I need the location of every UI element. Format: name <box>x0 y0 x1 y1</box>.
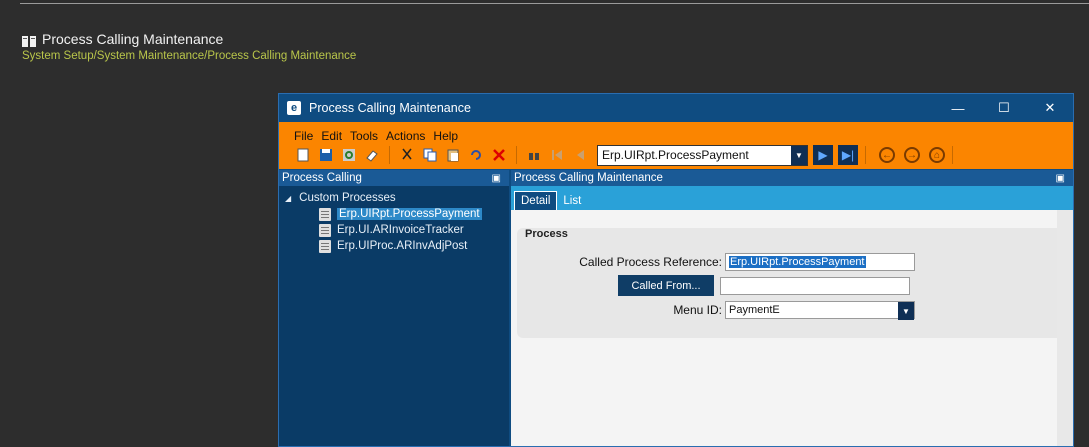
page-title: Process Calling Maintenance <box>42 31 224 47</box>
tree-root-label: Custom Processes <box>299 192 396 204</box>
maximize-button[interactable]: ☐ <box>981 94 1027 122</box>
expand-triangle-icon[interactable]: ◢ <box>285 194 291 203</box>
menu-id-value: PaymentE <box>729 304 780 316</box>
menu-help[interactable]: Help <box>433 129 458 143</box>
tree-pane-title: Process Calling <box>282 172 362 184</box>
called-from-field[interactable] <box>720 276 910 295</box>
window-title: Process Calling Maintenance <box>309 101 471 115</box>
toolbar-separator <box>389 146 390 164</box>
book-icon <box>22 34 36 47</box>
tree-item[interactable]: Erp.UIRpt.ProcessPayment <box>279 206 509 222</box>
top-divider <box>20 3 1089 4</box>
detail-pane-header: Process Calling Maintenance ▣ <box>511 170 1073 186</box>
called-from-row: Called From... <box>618 275 910 296</box>
tree-pane: Process Calling ▣ ◢ Custom Processes Erp… <box>279 170 509 446</box>
window-titlebar[interactable]: e Process Calling Maintenance — ☐ ✕ <box>279 94 1073 122</box>
search-icon[interactable] <box>524 145 544 165</box>
menu-edit[interactable]: Edit <box>321 129 342 143</box>
next-record-icon[interactable]: ▶ <box>813 145 833 165</box>
tree-item-label: Erp.UIRpt.ProcessPayment <box>337 208 482 220</box>
new-icon[interactable] <box>293 145 313 165</box>
first-record-icon[interactable] <box>547 145 567 165</box>
menu-id-dropdown[interactable]: PaymentE ▼ <box>725 301 915 320</box>
chevron-down-icon[interactable]: ▼ <box>898 302 914 320</box>
record-selector[interactable]: Erp.UIRpt.ProcessPayment ▼ <box>597 144 808 166</box>
pin-icon[interactable]: ▣ <box>492 173 501 184</box>
called-from-button[interactable]: Called From... <box>618 275 714 296</box>
tree-root[interactable]: ◢ Custom Processes <box>279 190 509 206</box>
menu-tools[interactable]: Tools <box>350 129 378 143</box>
process-group: Process Called Process Reference: Erp.UI… <box>517 228 1065 338</box>
detail-pane-title: Process Calling Maintenance <box>514 172 663 184</box>
vertical-scrollbar[interactable] <box>1057 210 1073 446</box>
toolbar: Erp.UIRpt.ProcessPayment ▼ ▶ ▶| ← → ⌂ <box>279 143 1073 167</box>
window-controls: — ☐ ✕ <box>935 94 1073 122</box>
process-tree: ◢ Custom Processes Erp.UIRpt.ProcessPaym… <box>279 186 509 254</box>
tree-item-label: Erp.UIProc.ARInvAdjPost <box>337 240 468 252</box>
detail-pane: Process Calling Maintenance ▣ Detail Lis… <box>511 170 1073 446</box>
pin-icon[interactable]: ▣ <box>1056 173 1065 184</box>
menu-id-row: Menu ID: PaymentE ▼ <box>517 301 915 320</box>
called-ref-field[interactable]: Erp.UIRpt.ProcessPayment <box>725 253 915 271</box>
menu-id-label: Menu ID: <box>673 303 722 317</box>
menu-bar: File Edit Tools Actions Help <box>279 122 1073 143</box>
tab-detail[interactable]: Detail <box>514 191 558 210</box>
menu-toolbar-area: File Edit Tools Actions Help Erp.UIRpt.P… <box>279 122 1073 169</box>
toolbar-separator <box>516 146 517 164</box>
menu-actions[interactable]: Actions <box>386 129 425 143</box>
paste-icon[interactable] <box>443 145 463 165</box>
tree-pane-header: Process Calling ▣ <box>279 170 509 186</box>
tree-item[interactable]: Erp.UI.ARInvoiceTracker <box>279 222 509 238</box>
page-title-row: Process Calling Maintenance <box>22 31 356 47</box>
refresh-icon[interactable] <box>339 145 359 165</box>
document-icon <box>319 239 331 253</box>
eraser-icon[interactable] <box>362 145 382 165</box>
tree-item[interactable]: Erp.UIProc.ARInvAdjPost <box>279 238 509 254</box>
save-icon[interactable] <box>316 145 336 165</box>
tab-list[interactable]: List <box>557 192 587 210</box>
toolbar-separator <box>865 146 866 164</box>
menu-file[interactable]: File <box>294 129 313 143</box>
breadcrumb: System Setup/System Maintenance/Process … <box>22 50 357 62</box>
record-selector-value: Erp.UIRpt.ProcessPayment <box>602 148 749 162</box>
undo-icon[interactable] <box>466 145 486 165</box>
toolbar-separator <box>952 146 953 164</box>
close-button[interactable]: ✕ <box>1027 94 1073 122</box>
document-icon <box>319 207 331 221</box>
tree-item-label: Erp.UI.ARInvoiceTracker <box>337 224 464 236</box>
group-title: Process <box>525 228 568 240</box>
app-window: e Process Calling Maintenance — ☐ ✕ File… <box>278 93 1074 447</box>
page-header: Process Calling Maintenance System Setup… <box>22 31 356 62</box>
called-ref-value: Erp.UIRpt.ProcessPayment <box>729 256 866 268</box>
called-ref-label: Called Process Reference: <box>579 255 722 269</box>
delete-icon[interactable] <box>489 145 509 165</box>
copy-icon[interactable] <box>420 145 440 165</box>
called-ref-row: Called Process Reference: Erp.UIRpt.Proc… <box>517 253 915 271</box>
minimize-button[interactable]: — <box>935 94 981 122</box>
home-icon[interactable]: ⌂ <box>929 147 945 163</box>
app-logo-icon: e <box>287 101 301 115</box>
back-icon[interactable]: ← <box>879 147 895 163</box>
forward-icon[interactable]: → <box>904 147 920 163</box>
tab-strip: Detail List <box>511 186 1073 210</box>
previous-record-icon[interactable] <box>570 145 590 165</box>
cut-icon[interactable] <box>397 145 417 165</box>
last-record-icon[interactable]: ▶| <box>838 145 858 165</box>
chevron-down-icon[interactable]: ▼ <box>791 145 807 165</box>
document-icon <box>319 223 331 237</box>
